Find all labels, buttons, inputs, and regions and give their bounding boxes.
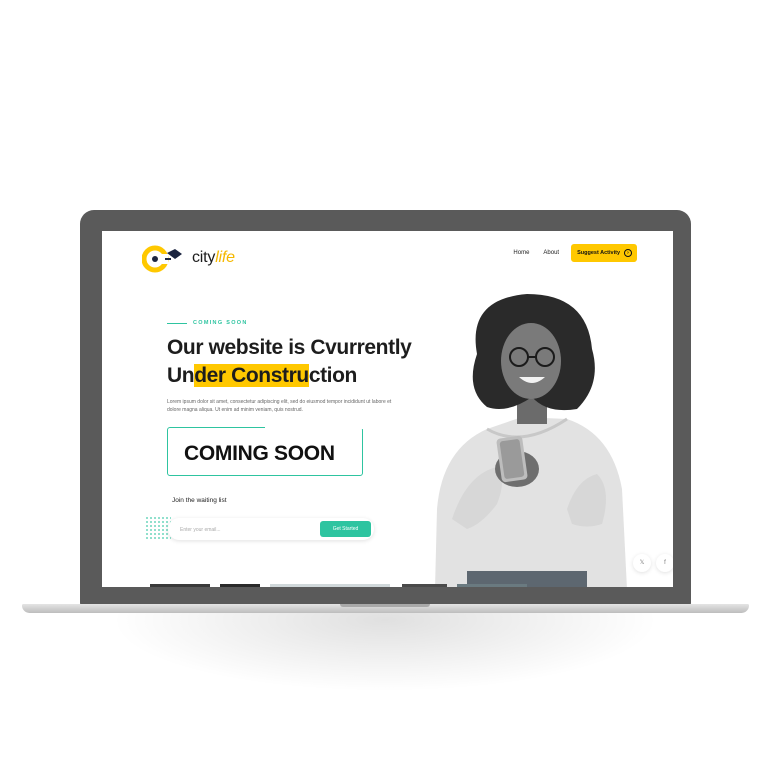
nav-link-home[interactable]: Home <box>511 250 531 256</box>
top-nav: Home About Suggest Activity › <box>511 244 637 262</box>
eyebrow-text: COMING SOON <box>193 320 248 326</box>
suggest-activity-button[interactable]: Suggest Activity › <box>571 244 637 262</box>
hero-paragraph: Lorem ipsum dolor sit amet, consectetur … <box>167 399 392 413</box>
laptop-screen: citylife Home About Suggest Activity › C… <box>102 231 673 587</box>
nav-link-about[interactable]: About <box>541 250 561 256</box>
facebook-icon[interactable]: f <box>656 554 673 572</box>
site-logo[interactable]: citylife <box>142 243 262 275</box>
headline-line-1: Our website is Cvurrently <box>167 336 412 359</box>
waitlist-label: Join the waiting list <box>172 497 227 504</box>
get-started-button[interactable]: Get Started <box>320 521 371 537</box>
headline-highlight: der Constru <box>194 364 309 387</box>
coming-soon-text: COMING SOON <box>184 442 335 465</box>
twitter-icon[interactable]: 𝕏 <box>633 554 651 572</box>
waitlist-form: Get Started <box>168 518 374 540</box>
laptop-shadow <box>110 612 660 692</box>
eyebrow-line <box>167 322 187 324</box>
bottom-strip <box>150 584 527 587</box>
email-input[interactable] <box>178 523 312 537</box>
coming-soon-box: COMING SOON <box>167 426 365 476</box>
headline-line-2: Under Construction <box>167 364 357 387</box>
hero-woman-with-phone-image <box>435 294 627 587</box>
suggest-activity-label: Suggest Activity <box>577 250 620 256</box>
arrow-circle-right-icon: › <box>624 249 632 257</box>
logo-wordmark: citylife <box>192 249 235 266</box>
logo-key-icon <box>142 245 182 273</box>
eyebrow: COMING SOON <box>167 320 248 326</box>
page-headline: Our website is Cvurrently Under Construc… <box>167 334 467 390</box>
laptop-base-notch <box>340 604 430 607</box>
